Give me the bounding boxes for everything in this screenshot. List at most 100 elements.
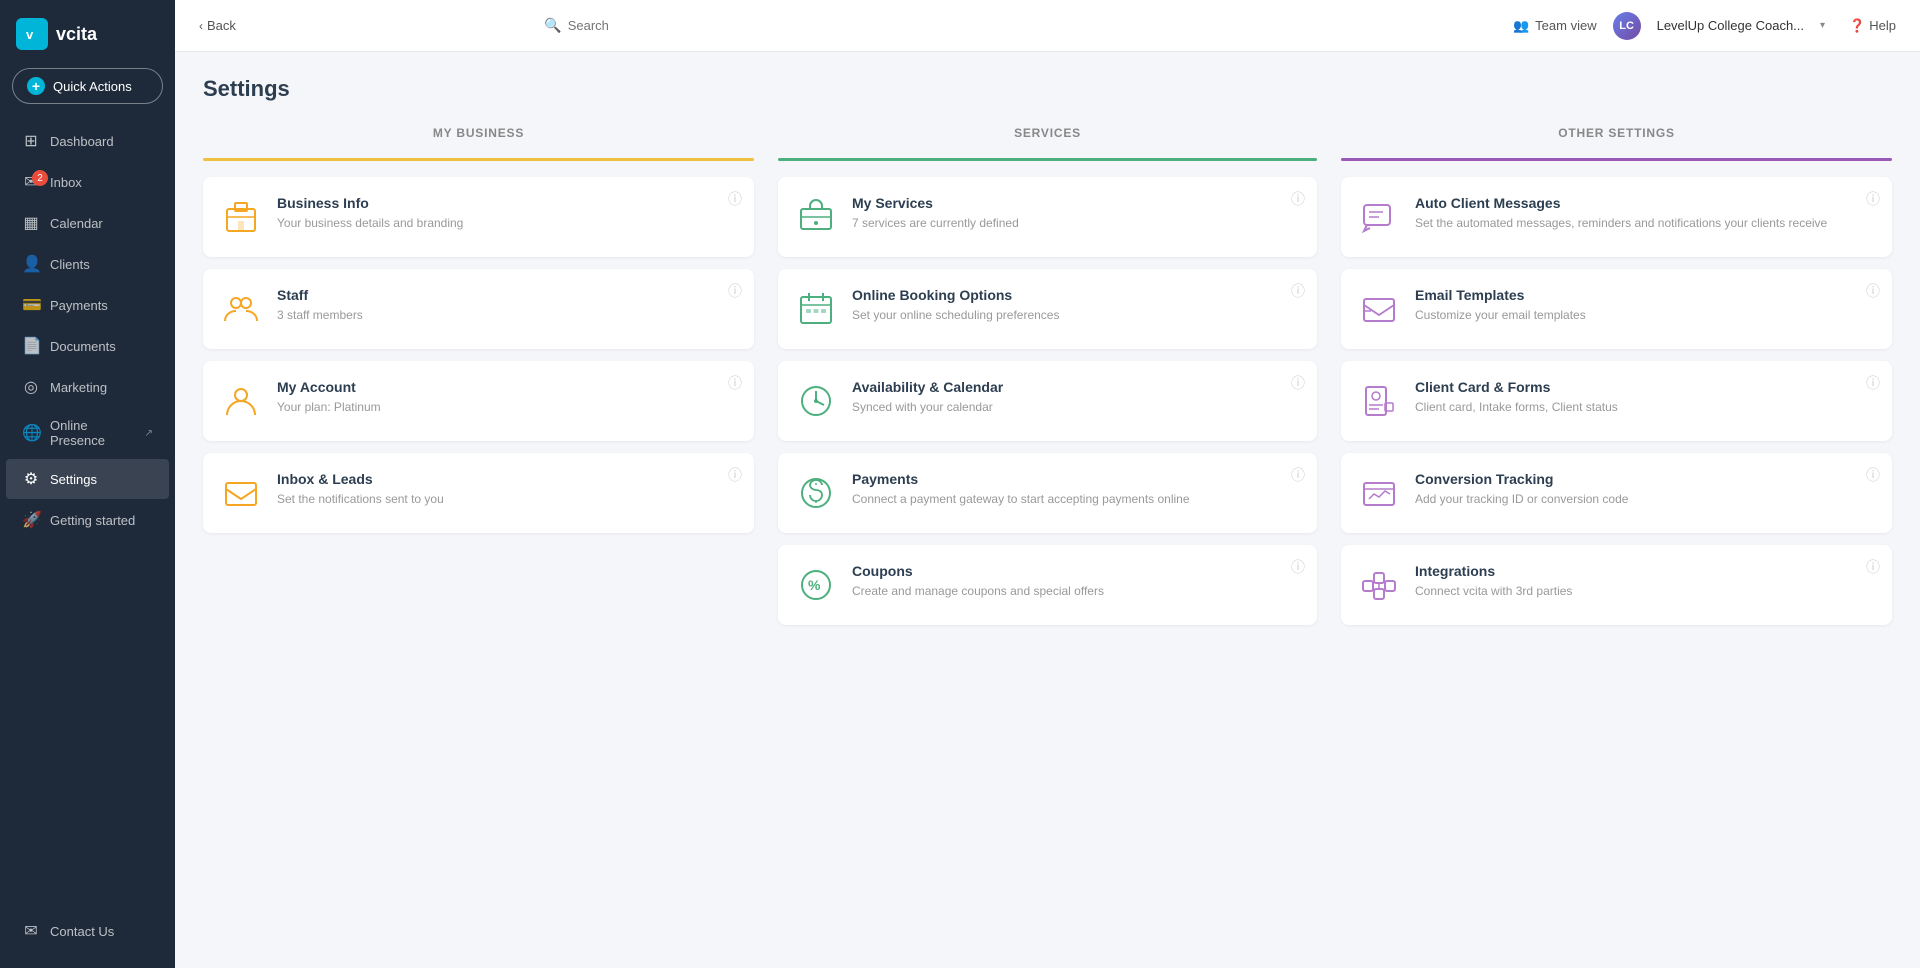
sidebar-item-online-presence-label: Online Presence	[50, 418, 133, 448]
services-header: SERVICES	[778, 126, 1317, 150]
services-column: SERVICES My Services 7 services are cu	[766, 126, 1329, 637]
sidebar-item-payments[interactable]: 💳 Payments	[6, 285, 169, 325]
inbox-badge: 2	[32, 170, 48, 186]
coupons-help-icon[interactable]: ⓘ	[1291, 557, 1305, 577]
search-container: 🔍	[544, 17, 944, 34]
search-icon: 🔍	[544, 17, 561, 34]
email-templates-card[interactable]: Email Templates Customize your email tem…	[1341, 269, 1892, 349]
integrations-help-icon[interactable]: ⓘ	[1866, 557, 1880, 577]
online-booking-card[interactable]: Online Booking Options Set your online s…	[778, 269, 1317, 349]
back-button[interactable]: ‹ Back	[199, 18, 236, 33]
sidebar-item-contact-us[interactable]: ✉ Contact Us	[6, 911, 169, 951]
business-info-subtitle: Your business details and branding	[277, 215, 738, 232]
online-booking-subtitle: Set your online scheduling preferences	[852, 307, 1301, 324]
email-templates-help-icon[interactable]: ⓘ	[1866, 281, 1880, 301]
sidebar-item-calendar[interactable]: ▦ Calendar	[6, 203, 169, 243]
conversion-tracking-subtitle: Add your tracking ID or conversion code	[1415, 491, 1876, 508]
online-booking-body: Online Booking Options Set your online s…	[852, 287, 1301, 324]
my-services-title: My Services	[852, 195, 1301, 211]
client-card-forms-icon	[1357, 379, 1401, 423]
team-view-button[interactable]: 👥 Team view	[1513, 18, 1597, 34]
client-card-forms-help-icon[interactable]: ⓘ	[1866, 373, 1880, 393]
help-icon: ❓	[1849, 18, 1865, 34]
my-account-card[interactable]: My Account Your plan: Platinum ⓘ	[203, 361, 754, 441]
conversion-tracking-title: Conversion Tracking	[1415, 471, 1876, 487]
logo-icon: v	[16, 18, 48, 50]
availability-help-icon[interactable]: ⓘ	[1291, 373, 1305, 393]
inbox-leads-subtitle: Set the notifications sent to you	[277, 491, 738, 508]
business-info-title: Business Info	[277, 195, 738, 211]
integrations-title: Integrations	[1415, 563, 1876, 579]
staff-title: Staff	[277, 287, 738, 303]
quick-actions-button[interactable]: + Quick Actions	[12, 68, 163, 104]
sidebar-item-documents[interactable]: 📄 Documents	[6, 326, 169, 366]
payments-settings-subtitle: Connect a payment gateway to start accep…	[852, 491, 1301, 508]
sidebar-item-online-presence[interactable]: 🌐 Online Presence ↗	[6, 408, 169, 458]
online-presence-icon: 🌐	[22, 423, 40, 443]
payments-settings-help-icon[interactable]: ⓘ	[1291, 465, 1305, 485]
staff-help-icon[interactable]: ⓘ	[728, 281, 742, 301]
my-account-help-icon[interactable]: ⓘ	[728, 373, 742, 393]
svg-text:v: v	[26, 27, 34, 42]
my-business-divider	[203, 158, 754, 161]
my-services-help-icon[interactable]: ⓘ	[1291, 189, 1305, 209]
availability-body: Availability & Calendar Synced with your…	[852, 379, 1301, 416]
calendar-icon: ▦	[22, 213, 40, 233]
auto-client-messages-card[interactable]: Auto Client Messages Set the automated m…	[1341, 177, 1892, 257]
sidebar-item-inbox-label: Inbox	[50, 175, 82, 190]
integrations-card[interactable]: Integrations Connect vcita with 3rd part…	[1341, 545, 1892, 625]
staff-card[interactable]: Staff 3 staff members ⓘ	[203, 269, 754, 349]
contact-icon: ✉	[22, 921, 40, 941]
sidebar-item-getting-started[interactable]: 🚀 Getting started	[6, 500, 169, 540]
sidebar-item-dashboard[interactable]: ⊞ Dashboard	[6, 121, 169, 161]
my-services-subtitle: 7 services are currently defined	[852, 215, 1301, 232]
inbox-leads-icon	[219, 471, 263, 515]
inbox-leads-body: Inbox & Leads Set the notifications sent…	[277, 471, 738, 508]
coupons-title: Coupons	[852, 563, 1301, 579]
sidebar-item-calendar-label: Calendar	[50, 216, 103, 231]
documents-icon: 📄	[22, 336, 40, 356]
email-templates-title: Email Templates	[1415, 287, 1876, 303]
conversion-tracking-help-icon[interactable]: ⓘ	[1866, 465, 1880, 485]
business-info-card[interactable]: Business Info Your business details and …	[203, 177, 754, 257]
sidebar-item-settings[interactable]: ⚙ Settings	[6, 459, 169, 499]
coupons-card[interactable]: % Coupons Create and manage coupons and …	[778, 545, 1317, 625]
sidebar-item-clients[interactable]: 👤 Clients	[6, 244, 169, 284]
conversion-tracking-body: Conversion Tracking Add your tracking ID…	[1415, 471, 1876, 508]
payments-settings-body: Payments Connect a payment gateway to st…	[852, 471, 1301, 508]
plus-icon: +	[27, 77, 45, 95]
svg-text:%: %	[808, 577, 821, 593]
coupons-icon: %	[794, 563, 838, 607]
search-input[interactable]	[568, 18, 945, 33]
other-settings-divider	[1341, 158, 1892, 161]
topbar: ‹ Back 🔍 👥 Team view LC LevelUp College …	[175, 0, 1920, 52]
staff-subtitle: 3 staff members	[277, 307, 738, 324]
my-services-card[interactable]: My Services 7 services are currently def…	[778, 177, 1317, 257]
availability-card[interactable]: Availability & Calendar Synced with your…	[778, 361, 1317, 441]
external-link-icon: ↗	[145, 428, 153, 439]
user-name[interactable]: LevelUp College Coach...	[1657, 18, 1804, 33]
client-card-forms-card[interactable]: Client Card & Forms Client card, Intake …	[1341, 361, 1892, 441]
conversion-tracking-card[interactable]: Conversion Tracking Add your tracking ID…	[1341, 453, 1892, 533]
my-business-column: MY BUSINESS Business Info Your busines	[203, 126, 766, 637]
payments-settings-card[interactable]: Payments Connect a payment gateway to st…	[778, 453, 1317, 533]
sidebar-nav: ⊞ Dashboard ✉ Inbox 2 ▦ Calendar 👤 Clien…	[0, 120, 175, 910]
help-button[interactable]: ❓ Help	[1849, 18, 1896, 34]
sidebar-item-contact-label: Contact Us	[50, 924, 114, 939]
integrations-subtitle: Connect vcita with 3rd parties	[1415, 583, 1876, 600]
sidebar-item-inbox[interactable]: ✉ Inbox 2	[6, 162, 169, 202]
availability-title: Availability & Calendar	[852, 379, 1301, 395]
email-templates-body: Email Templates Customize your email tem…	[1415, 287, 1876, 324]
my-business-header: MY BUSINESS	[203, 126, 754, 150]
help-label: Help	[1869, 18, 1896, 33]
quick-actions-label: Quick Actions	[53, 79, 132, 94]
user-dropdown-icon[interactable]: ▾	[1820, 20, 1825, 31]
inbox-leads-help-icon[interactable]: ⓘ	[728, 465, 742, 485]
sidebar-item-marketing-label: Marketing	[50, 380, 107, 395]
online-booking-help-icon[interactable]: ⓘ	[1291, 281, 1305, 301]
inbox-leads-card[interactable]: Inbox & Leads Set the notifications sent…	[203, 453, 754, 533]
business-info-help-icon[interactable]: ⓘ	[728, 189, 742, 209]
clients-icon: 👤	[22, 254, 40, 274]
auto-client-messages-help-icon[interactable]: ⓘ	[1866, 189, 1880, 209]
sidebar-item-marketing[interactable]: ◎ Marketing	[6, 367, 169, 407]
